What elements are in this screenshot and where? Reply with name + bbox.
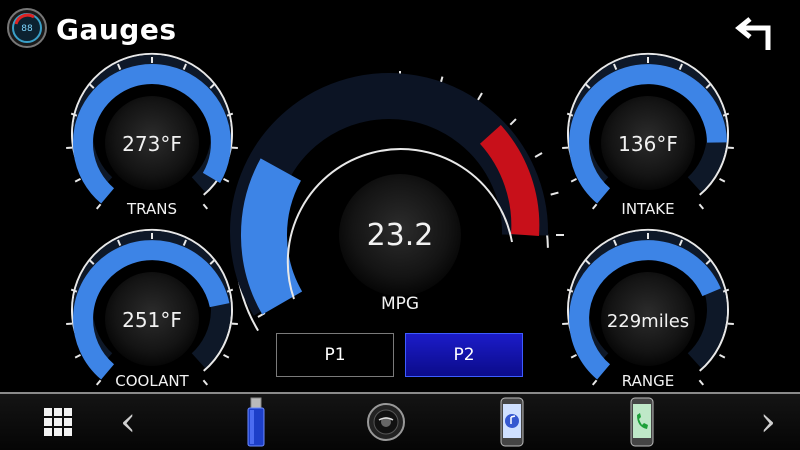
trans-gauge: 273°F TRANS [66, 52, 238, 218]
gauge-tick [257, 312, 266, 318]
mpg-gauge: 23.2 MPG [230, 71, 564, 332]
intake-gauge: 136°F INTAKE [562, 52, 734, 218]
gauge-tick [698, 379, 705, 386]
mpg-level-arc [241, 158, 303, 315]
page-p2-button[interactable]: P2 [405, 333, 523, 377]
dock-scroll-right-button[interactable]: › [752, 394, 784, 450]
coolant-label: COOLANT [115, 372, 189, 390]
gauge-tick [570, 354, 577, 359]
disc-icon [367, 403, 405, 441]
coolant-value: 251°F [122, 308, 182, 332]
gauge-tick [591, 379, 598, 386]
range-value: 229miles [607, 311, 689, 332]
usb-drive-icon [247, 397, 265, 447]
phone-call-icon [630, 397, 654, 447]
gauge-tick [719, 354, 726, 359]
mobile-media-icon [500, 397, 524, 447]
gauge-tick [509, 118, 517, 126]
gauge-tick [477, 92, 483, 101]
mpg-value: 23.2 [367, 218, 434, 253]
gauge-tick [550, 191, 559, 196]
intake-value: 136°F [618, 132, 678, 156]
gauge-tick [74, 178, 81, 183]
gauges-panel: 273°F TRANS 251°F COOLANT 136°F INTAKE 2… [66, 52, 734, 390]
usb-source-button[interactable] [236, 394, 276, 450]
page-p1-button[interactable]: P1 [276, 333, 394, 377]
gauge-tick [698, 203, 705, 210]
gauge-tick [95, 203, 102, 210]
gauge-tick [570, 178, 577, 183]
phone-source-button[interactable] [622, 394, 662, 450]
trans-label: TRANS [126, 200, 177, 218]
gauge-tick [591, 203, 598, 210]
coolant-gauge: 251°F COOLANT [66, 228, 238, 390]
gauge-tick [534, 152, 543, 158]
gauge-tick [223, 354, 230, 359]
trans-value: 273°F [122, 132, 182, 156]
gauge-tick [202, 379, 209, 386]
range-gauge: 229miles RANGE [562, 228, 734, 390]
range-label: RANGE [622, 372, 674, 390]
intake-label: INTAKE [621, 200, 674, 218]
gauge-tick [223, 178, 230, 183]
apps-grid-icon [44, 408, 72, 436]
apps-grid-button[interactable] [36, 394, 80, 450]
gauge-tick [719, 178, 726, 183]
mobile-media-button[interactable] [492, 394, 532, 450]
gauge-tick [74, 354, 81, 359]
disc-source-button[interactable] [362, 394, 410, 450]
gauge-tick [95, 379, 102, 386]
mpg-label: MPG [381, 294, 419, 314]
gauge-tick [202, 203, 209, 210]
dock-scroll-left-button[interactable]: ‹ [112, 394, 144, 450]
